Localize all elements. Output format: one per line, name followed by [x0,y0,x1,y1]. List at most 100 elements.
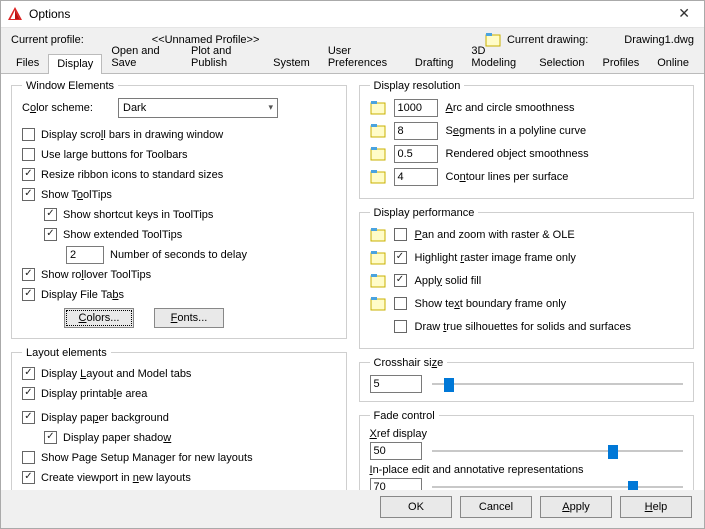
chk-pan-zoom[interactable] [394,228,407,241]
chk-scroll-bars[interactable] [22,128,35,141]
lbl-solid-fill: Apply solid fill [415,275,482,287]
color-scheme-select[interactable]: Dark ▾ [118,98,278,118]
cube-icon [370,296,386,312]
group-display-performance: Display performance Pan and zoom with ra… [359,207,695,349]
lbl-xref-display: Xref display [370,428,684,440]
color-scheme-label: Color scheme: [22,102,112,114]
chk-printable-area[interactable] [22,387,35,400]
chk-solid-fill[interactable] [394,274,407,287]
cube-icon [370,273,386,289]
tab-selection[interactable]: Selection [530,53,593,73]
chk-page-setup[interactable] [22,451,35,464]
group-fade-control: Fade control Xref display 50 In-place ed… [359,410,695,490]
lbl-rendered-smoothness: Rendered object smoothness [446,148,589,160]
lbl-shortcut-keys: Show shortcut keys in ToolTips [63,209,213,221]
left-column: Window Elements Color scheme: Dark ▾ Dis… [11,80,347,490]
cube-icon [370,227,386,243]
tab-plot-publish[interactable]: Plot and Publish [182,41,264,73]
fonts-button[interactable]: Fonts... [154,308,224,328]
lbl-true-silhouettes: Draw true silhouettes for solids and sur… [415,321,631,333]
colors-button[interactable]: Colors... [64,308,134,328]
apply-button[interactable]: Apply [540,496,612,518]
lbl-page-setup: Show Page Setup Manager for new layouts [41,452,253,464]
lbl-resize-ribbon: Resize ribbon icons to standard sizes [41,169,223,181]
legend-layout-elements: Layout elements [22,347,111,359]
cube-icon [370,169,386,185]
cube-icon [370,250,386,266]
current-profile-label: Current profile: [11,34,84,46]
slider-xref[interactable] [432,442,684,460]
input-rendered-smoothness[interactable]: 0.5 [394,145,438,163]
options-dialog: Options ✕ Current profile: <<Unnamed Pro… [0,0,705,529]
lbl-extended-tooltips: Show extended ToolTips [63,229,182,241]
titlebar: Options ✕ [1,1,704,28]
input-arc-smoothness[interactable]: 1000 [394,99,438,117]
tab-3d-modeling[interactable]: 3D Modeling [462,41,530,73]
chevron-down-icon: ▾ [268,102,273,113]
slider-crosshair[interactable] [432,375,684,393]
chk-rollover[interactable] [22,268,35,281]
chk-show-tooltips[interactable] [22,188,35,201]
lbl-tooltip-delay: Number of seconds to delay [110,249,247,261]
chk-file-tabs[interactable] [22,288,35,301]
help-button[interactable]: Help [620,496,692,518]
lbl-highlight-raster: Highlight raster image frame only [415,252,576,264]
cancel-button[interactable]: Cancel [460,496,532,518]
tab-profiles[interactable]: Profiles [594,53,649,73]
group-window-elements: Window Elements Color scheme: Dark ▾ Dis… [11,80,347,339]
lbl-segments: Segments in a polyline curve [446,125,587,137]
input-segments[interactable]: 8 [394,122,438,140]
chk-highlight-raster[interactable] [394,251,407,264]
lbl-inplace-edit: In-place edit and annotative representat… [370,464,684,476]
input-crosshair-size[interactable]: 5 [370,375,422,393]
input-tooltip-delay[interactable]: 2 [66,246,104,264]
slider-inplace[interactable] [432,478,684,490]
legend-crosshair: Crosshair size [370,357,448,369]
cube-icon [370,100,386,116]
lbl-text-boundary: Show text boundary frame only [415,298,567,310]
tab-online[interactable]: Online [648,53,698,73]
tab-user-pref[interactable]: User Preferences [319,41,406,73]
chk-large-buttons[interactable] [22,148,35,161]
lbl-pan-zoom: Pan and zoom with raster & OLE [415,229,575,241]
tab-display[interactable]: Display [48,54,102,74]
tab-open-save[interactable]: Open and Save [102,41,182,73]
lbl-file-tabs: Display File Tabs [41,289,124,301]
chk-resize-ribbon[interactable] [22,168,35,181]
input-xref-display[interactable]: 50 [370,442,422,460]
dialog-body: Window Elements Color scheme: Dark ▾ Dis… [1,74,704,490]
lbl-scroll-bars: Display scroll bars in drawing window [41,129,223,141]
ok-button[interactable]: OK [380,496,452,518]
lbl-rollover: Show rollover ToolTips [41,269,151,281]
footer-buttons: OK Cancel Apply Help [1,490,704,528]
input-inplace-edit[interactable]: 70 [370,478,422,490]
group-display-resolution: Display resolution 1000 Arc and circle s… [359,80,695,199]
cube-icon [370,146,386,162]
lbl-contour: Contour lines per surface [446,171,569,183]
chk-true-silhouettes[interactable] [394,320,407,333]
chk-paper-shadow[interactable] [44,431,57,444]
lbl-create-viewport: Create viewport in new layouts [41,472,191,484]
tab-drafting[interactable]: Drafting [406,53,463,73]
chk-text-boundary[interactable] [394,297,407,310]
chk-shortcut-keys[interactable] [44,208,57,221]
chk-layout-tabs[interactable] [22,367,35,380]
chk-extended-tooltips[interactable] [44,228,57,241]
lbl-paper-bg: Display paper background [41,412,169,424]
tab-system[interactable]: System [264,53,319,73]
group-layout-elements: Layout elements Display Layout and Model… [11,347,347,490]
chk-paper-bg[interactable] [22,411,35,424]
input-contour[interactable]: 4 [394,168,438,186]
window-title: Options [29,7,70,21]
lbl-layout-tabs: Display Layout and Model tabs [41,368,191,380]
tab-files[interactable]: Files [7,53,48,73]
lbl-printable-area: Display printable area [41,388,147,400]
close-button[interactable]: ✕ [670,3,698,24]
legend-fade-control: Fade control [370,410,439,422]
legend-display-resolution: Display resolution [370,80,465,92]
chk-create-viewport[interactable] [22,471,35,484]
legend-window-elements: Window Elements [22,80,118,92]
color-scheme-value: Dark [123,102,146,114]
group-crosshair: Crosshair size 5 [359,357,695,402]
lbl-show-tooltips: Show ToolTips [41,189,112,201]
